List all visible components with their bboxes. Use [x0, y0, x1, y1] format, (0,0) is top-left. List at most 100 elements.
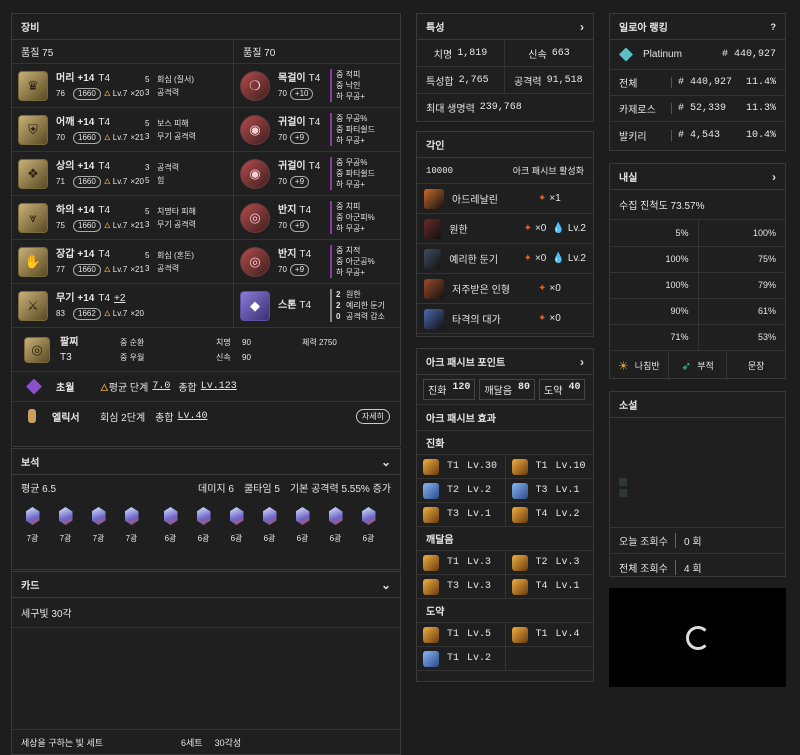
- engraving-item[interactable]: 아드레날린 ✦ ×1: [417, 184, 593, 214]
- gem-item[interactable]: 7광: [82, 507, 115, 544]
- gem-item[interactable]: 7광: [49, 507, 82, 544]
- chevron-right-icon[interactable]: ›: [580, 355, 584, 369]
- engraving-book-count: ×1: [549, 193, 561, 204]
- armor-effect-value: 5: [145, 250, 150, 260]
- ark-effect-icon: [511, 554, 528, 571]
- accessory-item[interactable]: ◉ 귀걸이 T4 70 +9 중 무공% 중 파티쉴드 하 무공+: [234, 108, 400, 152]
- ark-effect-level: Lv.1: [555, 581, 580, 592]
- armor-effect: 무기 공격력: [157, 219, 197, 229]
- ranking-rank: # 4,543: [671, 129, 746, 141]
- gem-level: 6광: [263, 534, 276, 543]
- elixir-set: 회심 2단계: [100, 412, 146, 424]
- accessory-item[interactable]: ◎ 반지 T4 70 +9 중 치피 중 아군피% 하 무공+: [234, 196, 400, 240]
- ark-effect-item[interactable]: T3 Lv.3: [417, 575, 506, 598]
- chevron-down-icon[interactable]: ⌄: [381, 455, 391, 469]
- armor-item[interactable]: ⚔ 무기 +14 T4 +2 83 1662 🜂 Lv.7 ×20: [12, 284, 233, 328]
- bracelet-stat-value: 2750: [318, 337, 337, 347]
- gem-item[interactable]: 6광: [220, 507, 253, 544]
- armor-effect: 공격력: [157, 162, 180, 172]
- gem-item[interactable]: 6광: [319, 507, 352, 544]
- transcend-row[interactable]: 초월 🜂 평균 단계 7.0 총합 Lv.123: [12, 372, 400, 402]
- ark-effect-item[interactable]: T3 Lv.1: [417, 503, 506, 526]
- gem-item[interactable]: 7광: [16, 507, 49, 544]
- ability-stone[interactable]: ◆ 스톤 T4 2 원한 2 예리한 둔기 0 공격력 감소: [234, 284, 400, 328]
- ability-stone-drop-icon: 💧: [552, 223, 565, 234]
- chevron-down-icon[interactable]: ⌄: [381, 578, 391, 592]
- accessory-bonus: +9: [289, 175, 310, 188]
- ark-effect-tier: T2: [447, 485, 460, 496]
- gem-item[interactable]: 6광: [253, 507, 286, 544]
- ark-effect-level: Lv.10: [555, 461, 586, 472]
- armor-name: 머리: [56, 72, 75, 84]
- armor-transcend-count: ×21: [130, 132, 144, 142]
- accessory-item[interactable]: ◎ 반지 T4 70 +9 중 치적 중 아군공% 하 무공+: [234, 240, 400, 284]
- engraving-item[interactable]: 예리한 둔기 ✦ ×0 💧 Lv.2: [417, 244, 593, 274]
- ark-effect-item[interactable]: T3 Lv.1: [506, 479, 594, 502]
- ark-effect-item[interactable]: T1 Lv.30: [417, 455, 506, 478]
- accessory-item[interactable]: ◉ 귀걸이 T4 70 +9 중 무공% 중 파티쉴드 하 무공+: [234, 152, 400, 196]
- ark-effect-item[interactable]: T4 Lv.1: [506, 575, 594, 598]
- help-icon[interactable]: ?: [771, 22, 777, 32]
- media-frame[interactable]: [609, 588, 786, 687]
- stone-engraving: 원한: [346, 290, 361, 299]
- ark-effect-level: Lv.3: [467, 581, 492, 592]
- engraving-item[interactable]: 원한 ✦ ×0 💧 Lv.2: [417, 214, 593, 244]
- chevron-right-icon[interactable]: ›: [580, 20, 584, 34]
- engraving-name: 타격의 대가: [452, 315, 501, 326]
- armor-effect-value: 3: [145, 162, 150, 172]
- elixir-detail-button[interactable]: 자세히: [355, 408, 390, 424]
- interior-tab-label: 나침반: [634, 361, 660, 371]
- ark-effect-item[interactable]: T1 Lv.2: [417, 647, 506, 670]
- chevron-right-icon[interactable]: ›: [772, 170, 776, 184]
- ark-title: 아크 패시브 포인트: [426, 358, 506, 369]
- gems-damage: 데미지 6: [198, 483, 234, 495]
- armor-quality: 76: [56, 88, 65, 98]
- armor-item[interactable]: ♛ 머리 +14 T4 76 1660 🜂 Lv.7 ×20 5 회심 (질서) 3 공격력: [12, 64, 233, 108]
- interior-tab[interactable]: ➶ 부적: [669, 350, 728, 381]
- bracelet-tier: T3: [60, 351, 72, 363]
- armor-piece-icon: ✋: [18, 246, 48, 277]
- ark-effect-item[interactable]: T2 Lv.3: [506, 551, 594, 574]
- armor-item-level: 1660: [73, 219, 101, 232]
- stat-label: 치명: [433, 49, 453, 61]
- armor-quality: 70: [56, 132, 65, 142]
- gem-icon: [163, 507, 178, 525]
- accessory-effect: 하 무공+: [336, 136, 365, 145]
- ark-effect-item[interactable]: T1 Lv.3: [417, 551, 506, 574]
- accessory-item[interactable]: ❍ 목걸이 T4 70 +10 중 적피 중 낙인 하 무공+: [234, 64, 400, 108]
- armor-effect: 공격력: [157, 87, 180, 97]
- gem-icon: [229, 507, 244, 525]
- ranking-percent: 11.3%: [745, 103, 776, 114]
- gem-item[interactable]: 6광: [352, 507, 385, 544]
- accessory-effect: 중 적피: [336, 70, 361, 79]
- accessory-effect: 중 낙인: [336, 81, 361, 90]
- social-placeholder-icon: [619, 489, 627, 497]
- ark-effect-item[interactable]: T1 Lv.10: [506, 455, 594, 478]
- armor-item[interactable]: ❖ 상의 +14 T4 71 1660 🜂 Lv.7 ×20 3 공격력 5 힘: [12, 152, 233, 196]
- bracelet-row[interactable]: ◎ 팔찌 T3 중 순환 중 우월 치명 신속 90 90 체력 2750: [12, 328, 400, 372]
- armor-item[interactable]: ⛨ 어깨 +14 T4 70 1660 🜂 Lv.7 ×21 5 보스 피해 3 무기 공격력: [12, 108, 233, 152]
- relic-book-icon: ✦: [523, 253, 532, 264]
- engraving-item[interactable]: 저주받은 인형 ✦ ×0: [417, 274, 593, 304]
- gem-item[interactable]: 7광: [115, 507, 148, 544]
- ark-effect-item[interactable]: T1 Lv.5: [417, 623, 506, 646]
- interior-tab[interactable]: 문장: [727, 351, 785, 381]
- armor-item[interactable]: ✋ 장갑 +14 T4 77 1660 🜂 Lv.7 ×21 5 회심 (혼돈) 3 공격력: [12, 240, 233, 284]
- gem-item[interactable]: 6광: [286, 507, 319, 544]
- interior-tab[interactable]: ☀ 나침반: [610, 350, 669, 381]
- armor-item[interactable]: ⩔ 하의 +14 T4 75 1660 🜂 Lv.7 ×21 5 치명타 피해 3 무기 공격력: [12, 196, 233, 240]
- ark-effect-item[interactable]: T2 Lv.2: [417, 479, 506, 502]
- armor-tier: T4: [98, 160, 111, 172]
- ark-effect-icon: [423, 554, 439, 571]
- stat-label: 특성합: [426, 76, 454, 88]
- armor-piece-icon: ❖: [18, 158, 48, 189]
- gem-item[interactable]: 6광: [154, 507, 187, 544]
- accessory-effect: 중 파티쉴드: [336, 125, 376, 134]
- stone-engraving: 공격력 감소: [346, 312, 386, 321]
- engraving-item[interactable]: 타격의 대가 ✦ ×0: [417, 304, 593, 334]
- gem-item[interactable]: 6광: [187, 507, 220, 544]
- armor-transcend-level: Lv.7: [112, 308, 128, 318]
- ark-effect-item[interactable]: T4 Lv.2: [506, 503, 594, 526]
- accessory-bonus: +9: [289, 219, 310, 232]
- ark-effect-item[interactable]: T1 Lv.4: [506, 623, 594, 646]
